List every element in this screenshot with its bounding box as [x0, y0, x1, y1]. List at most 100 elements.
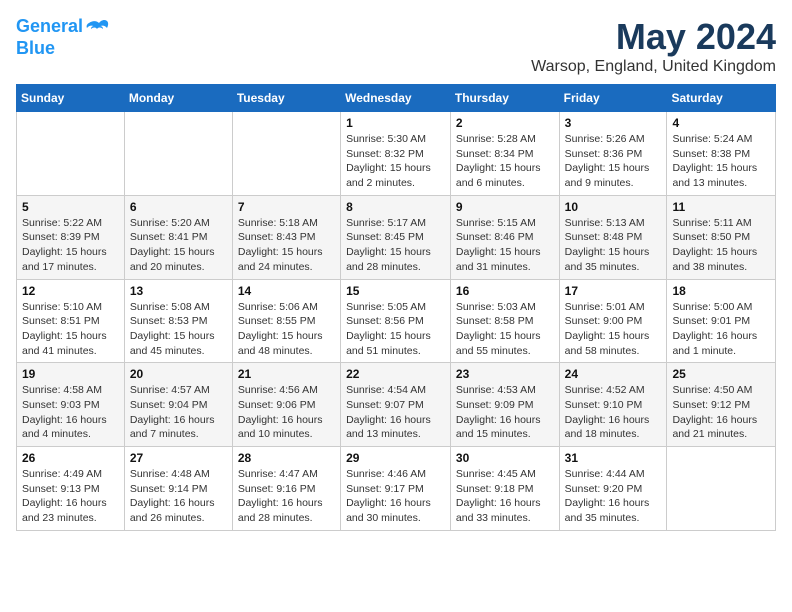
day-info: Sunrise: 5:13 AM Sunset: 8:48 PM Dayligh… — [565, 216, 662, 275]
day-number: 7 — [238, 200, 335, 214]
day-number: 17 — [565, 284, 662, 298]
calendar-cell: 12Sunrise: 5:10 AM Sunset: 8:51 PM Dayli… — [17, 279, 125, 363]
month-title: May 2024 — [531, 16, 776, 58]
header: General Blue May 2024 Warsop, England, U… — [16, 16, 776, 76]
calendar-cell: 25Sunrise: 4:50 AM Sunset: 9:12 PM Dayli… — [667, 363, 776, 447]
day-info: Sunrise: 4:47 AM Sunset: 9:16 PM Dayligh… — [238, 467, 335, 526]
day-info: Sunrise: 4:52 AM Sunset: 9:10 PM Dayligh… — [565, 383, 662, 442]
calendar-cell: 26 Sunrise: 4:49 AM Sunset: 9:13 PM Dayli… — [17, 447, 125, 531]
day-number: 29 — [346, 451, 445, 465]
calendar-cell: 27Sunrise: 4:48 AM Sunset: 9:14 PM Dayli… — [124, 447, 232, 531]
day-number: 1 — [346, 116, 445, 130]
calendar-cell: 23Sunrise: 4:53 AM Sunset: 9:09 PM Dayli… — [450, 363, 559, 447]
day-number: 16 — [456, 284, 554, 298]
calendar-cell: 11 Sunrise: 5:11 AM Sunset: 8:50 PM Dayli… — [667, 195, 776, 279]
day-info: Sunrise: 5:22 AM Sunset: 8:39 PM Dayligh… — [22, 216, 119, 275]
day-info: Sunrise: 4:58 AM Sunset: 9:03 PM Dayligh… — [22, 383, 119, 442]
day-number: 11 — [672, 200, 770, 214]
logo-text: General — [16, 16, 83, 38]
location-title: Warsop, England, United Kingdom — [531, 58, 776, 76]
calendar-cell: 21 Sunrise: 4:56 AM Sunset: 9:06 PM Dayli… — [232, 363, 340, 447]
calendar-cell: 28 Sunrise: 4:47 AM Sunset: 9:16 PM Dayli… — [232, 447, 340, 531]
calendar-cell: 22 Sunrise: 4:54 AM Sunset: 9:07 PM Dayli… — [341, 363, 451, 447]
day-info: Sunrise: 4:57 AM Sunset: 9:04 PM Dayligh… — [130, 383, 227, 442]
day-number: 3 — [565, 116, 662, 130]
day-info: Sunrise: 5:17 AM Sunset: 8:45 PM Dayligh… — [346, 216, 445, 275]
calendar-cell: 4Sunrise: 5:24 AM Sunset: 8:38 PM Daylig… — [667, 112, 776, 196]
calendar-week-row: 5 Sunrise: 5:22 AM Sunset: 8:39 PM Daylig… — [17, 195, 776, 279]
header-friday: Friday — [559, 85, 667, 112]
day-info: Sunrise: 5:15 AM Sunset: 8:46 PM Dayligh… — [456, 216, 554, 275]
calendar-week-row: 26 Sunrise: 4:49 AM Sunset: 9:13 PM Dayli… — [17, 447, 776, 531]
day-info: Sunrise: 4:49 AM Sunset: 9:13 PM Dayligh… — [22, 467, 119, 526]
calendar-cell: 18 Sunrise: 5:00 AM Sunset: 9:01 PM Dayli… — [667, 279, 776, 363]
calendar-cell — [667, 447, 776, 531]
calendar-cell: 14Sunrise: 5:06 AM Sunset: 8:55 PM Dayli… — [232, 279, 340, 363]
day-info: Sunrise: 5:26 AM Sunset: 8:36 PM Dayligh… — [565, 132, 662, 191]
day-info: Sunrise: 4:45 AM Sunset: 9:18 PM Dayligh… — [456, 467, 554, 526]
day-info: Sunrise: 5:28 AM Sunset: 8:34 PM Dayligh… — [456, 132, 554, 191]
calendar-cell: 6Sunrise: 5:20 AM Sunset: 8:41 PM Daylig… — [124, 195, 232, 279]
header-wednesday: Wednesday — [341, 85, 451, 112]
day-number: 5 — [22, 200, 119, 214]
calendar-cell: 8Sunrise: 5:17 AM Sunset: 8:45 PM Daylig… — [341, 195, 451, 279]
day-info: Sunrise: 5:05 AM Sunset: 8:56 PM Dayligh… — [346, 300, 445, 359]
day-info: Sunrise: 5:01 AM Sunset: 9:00 PM Dayligh… — [565, 300, 662, 359]
calendar-cell: 2 Sunrise: 5:28 AM Sunset: 8:34 PM Daylig… — [450, 112, 559, 196]
day-info: Sunrise: 5:18 AM Sunset: 8:43 PM Dayligh… — [238, 216, 335, 275]
day-number: 15 — [346, 284, 445, 298]
day-number: 13 — [130, 284, 227, 298]
calendar-cell: 1 Sunrise: 5:30 AM Sunset: 8:32 PM Daylig… — [341, 112, 451, 196]
calendar-cell: 17 Sunrise: 5:01 AM Sunset: 9:00 PM Dayli… — [559, 279, 667, 363]
day-info: Sunrise: 4:44 AM Sunset: 9:20 PM Dayligh… — [565, 467, 662, 526]
calendar-cell: 10Sunrise: 5:13 AM Sunset: 8:48 PM Dayli… — [559, 195, 667, 279]
title-section: May 2024 Warsop, England, United Kingdom — [531, 16, 776, 76]
calendar-week-row: 12Sunrise: 5:10 AM Sunset: 8:51 PM Dayli… — [17, 279, 776, 363]
calendar-cell: 30 Sunrise: 4:45 AM Sunset: 9:18 PM Dayli… — [450, 447, 559, 531]
day-info: Sunrise: 4:54 AM Sunset: 9:07 PM Dayligh… — [346, 383, 445, 442]
day-info: Sunrise: 5:00 AM Sunset: 9:01 PM Dayligh… — [672, 300, 770, 359]
calendar-cell: 15 Sunrise: 5:05 AM Sunset: 8:56 PM Dayli… — [341, 279, 451, 363]
day-info: Sunrise: 5:08 AM Sunset: 8:53 PM Dayligh… — [130, 300, 227, 359]
header-monday: Monday — [124, 85, 232, 112]
day-info: Sunrise: 5:10 AM Sunset: 8:51 PM Dayligh… — [22, 300, 119, 359]
day-info: Sunrise: 4:46 AM Sunset: 9:17 PM Dayligh… — [346, 467, 445, 526]
day-number: 21 — [238, 367, 335, 381]
day-number: 24 — [565, 367, 662, 381]
header-sunday: Sunday — [17, 85, 125, 112]
calendar-cell: 3 Sunrise: 5:26 AM Sunset: 8:36 PM Daylig… — [559, 112, 667, 196]
calendar-table: SundayMondayTuesdayWednesdayThursdayFrid… — [16, 84, 776, 531]
day-number: 2 — [456, 116, 554, 130]
day-number: 23 — [456, 367, 554, 381]
calendar-cell: 24 Sunrise: 4:52 AM Sunset: 9:10 PM Dayli… — [559, 363, 667, 447]
logo: General Blue — [16, 16, 109, 59]
day-number: 18 — [672, 284, 770, 298]
calendar-cell: 13 Sunrise: 5:08 AM Sunset: 8:53 PM Dayli… — [124, 279, 232, 363]
day-number: 31 — [565, 451, 662, 465]
day-number: 6 — [130, 200, 227, 214]
day-info: Sunrise: 5:30 AM Sunset: 8:32 PM Dayligh… — [346, 132, 445, 191]
calendar-cell — [232, 112, 340, 196]
calendar-cell: 19Sunrise: 4:58 AM Sunset: 9:03 PM Dayli… — [17, 363, 125, 447]
day-number: 28 — [238, 451, 335, 465]
day-number: 9 — [456, 200, 554, 214]
day-number: 26 — [22, 451, 119, 465]
calendar-week-row: 19Sunrise: 4:58 AM Sunset: 9:03 PM Dayli… — [17, 363, 776, 447]
day-number: 4 — [672, 116, 770, 130]
day-number: 22 — [346, 367, 445, 381]
day-number: 30 — [456, 451, 554, 465]
calendar-week-row: 1 Sunrise: 5:30 AM Sunset: 8:32 PM Daylig… — [17, 112, 776, 196]
day-info: Sunrise: 4:56 AM Sunset: 9:06 PM Dayligh… — [238, 383, 335, 442]
calendar-cell — [124, 112, 232, 196]
day-number: 25 — [672, 367, 770, 381]
calendar-cell — [17, 112, 125, 196]
logo-text-blue: Blue — [16, 38, 55, 60]
day-info: Sunrise: 5:03 AM Sunset: 8:58 PM Dayligh… — [456, 300, 554, 359]
day-number: 14 — [238, 284, 335, 298]
header-tuesday: Tuesday — [232, 85, 340, 112]
calendar-cell: 20Sunrise: 4:57 AM Sunset: 9:04 PM Dayli… — [124, 363, 232, 447]
calendar-cell: 5 Sunrise: 5:22 AM Sunset: 8:39 PM Daylig… — [17, 195, 125, 279]
calendar-cell: 9 Sunrise: 5:15 AM Sunset: 8:46 PM Daylig… — [450, 195, 559, 279]
day-info: Sunrise: 5:11 AM Sunset: 8:50 PM Dayligh… — [672, 216, 770, 275]
header-saturday: Saturday — [667, 85, 776, 112]
